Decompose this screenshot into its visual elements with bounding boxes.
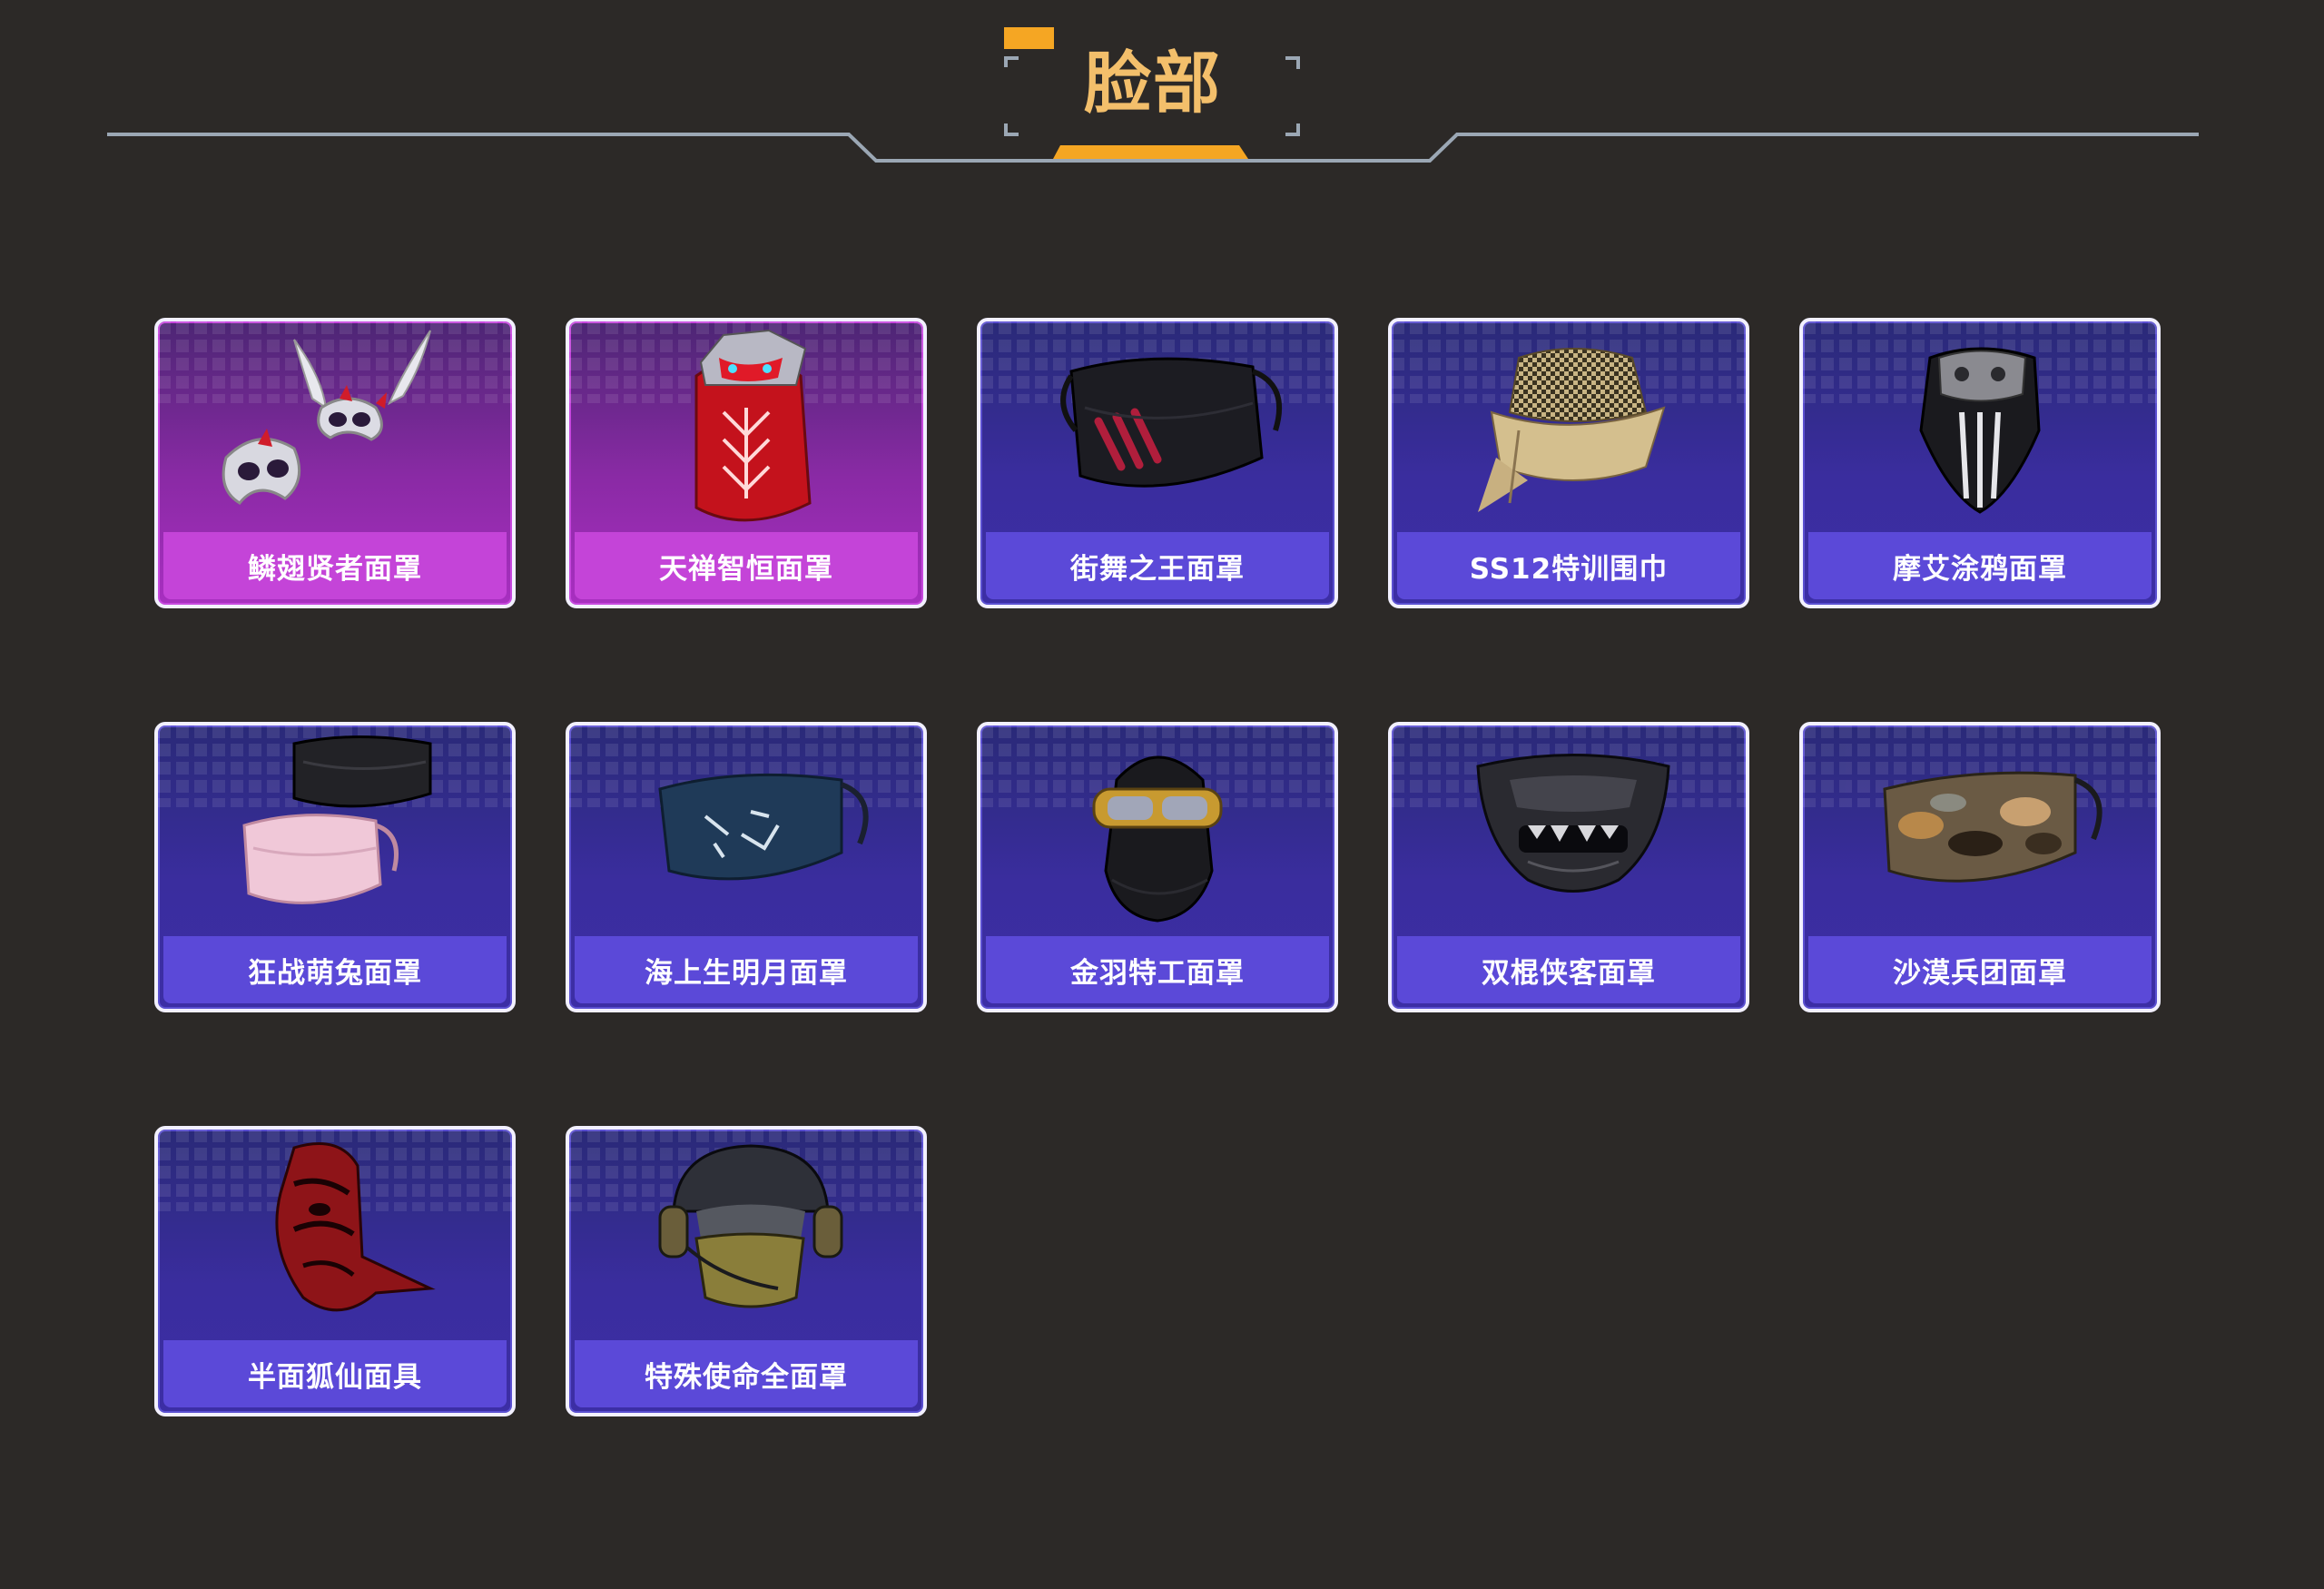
item-name: 特殊使命全面罩 xyxy=(645,1360,848,1394)
item-name: 街舞之王面罩 xyxy=(1070,552,1245,586)
item-label-bar: 海上生明月面罩 xyxy=(575,936,918,1003)
item-name: SS12特训围巾 xyxy=(1469,552,1669,586)
silver-winged-mask-icon xyxy=(222,330,431,505)
oni-half-mask-icon xyxy=(1476,754,1670,893)
black-and-pink-masks-icon xyxy=(242,735,432,904)
tactical-helmet-mask-icon xyxy=(658,1144,843,1308)
item-card[interactable]: 半面狐仙面具 xyxy=(154,1126,516,1416)
item-name: 金羽特工面罩 xyxy=(1070,956,1245,990)
item-label-bar: 半面狐仙面具 xyxy=(163,1340,507,1407)
header-accent-underline xyxy=(1053,145,1248,159)
striped-bandana-icon xyxy=(1919,347,2041,514)
item-name: 狂战萌兔面罩 xyxy=(248,956,422,990)
item-card[interactable]: 特殊使命全面罩 xyxy=(566,1126,927,1416)
item-name: 双棍侠客面罩 xyxy=(1482,956,1656,990)
navy-floral-mask-icon xyxy=(658,773,869,881)
header-accent-tab xyxy=(1004,27,1054,49)
item-name: 沙漠兵团面罩 xyxy=(1893,956,2067,990)
page-title: 脸部 xyxy=(1084,44,1222,123)
balaclava-goggles-icon xyxy=(1092,755,1223,923)
item-label-bar: 狂战萌兔面罩 xyxy=(163,936,507,1003)
item-card[interactable]: 狂战萌兔面罩 xyxy=(154,722,516,1012)
item-label-bar: 街舞之王面罩 xyxy=(986,532,1329,599)
item-name: 摩艾涂鸦面罩 xyxy=(1893,552,2067,586)
item-card[interactable]: 摩艾涂鸦面罩 xyxy=(1799,318,2161,608)
item-label-bar: 沙漠兵团面罩 xyxy=(1808,936,2152,1003)
red-fox-mask-icon xyxy=(275,1142,436,1312)
item-card[interactable]: 双棍侠客面罩 xyxy=(1388,722,1749,1012)
item-label-bar: 特殊使命全面罩 xyxy=(575,1340,918,1407)
item-name: 天禅智恒面罩 xyxy=(659,552,833,586)
item-label-bar: 双棍侠客面罩 xyxy=(1397,936,1740,1003)
item-card[interactable]: 街舞之王面罩 xyxy=(977,318,1338,608)
item-card[interactable]: 金羽特工面罩 xyxy=(977,722,1338,1012)
item-card[interactable]: 海上生明月面罩 xyxy=(566,722,927,1012)
item-card[interactable]: 沙漠兵团面罩 xyxy=(1799,722,2161,1012)
checkered-scarf-icon xyxy=(1478,348,1666,512)
item-label-bar: 鳞翅贤者面罩 xyxy=(163,532,507,599)
item-label-bar: 天禅智恒面罩 xyxy=(575,532,918,599)
item-name: 鳞翅贤者面罩 xyxy=(248,552,422,586)
camo-mask-icon xyxy=(1883,771,2102,883)
item-label-bar: SS12特训围巾 xyxy=(1397,532,1740,599)
item-label-bar: 摩艾涂鸦面罩 xyxy=(1808,532,2152,599)
item-grid: 鳞翅贤者面罩 天禅智恒面罩 街舞之王面罩 SS12特训围巾 摩艾涂鸦面罩 狂战萌… xyxy=(154,318,2179,1416)
item-card[interactable]: 鳞翅贤者面罩 xyxy=(154,318,516,608)
black-claw-mask-icon xyxy=(1060,357,1283,488)
item-card[interactable]: 天禅智恒面罩 xyxy=(566,318,927,608)
item-card[interactable]: SS12特训围巾 xyxy=(1388,318,1749,608)
red-dragon-mask-icon xyxy=(694,329,812,522)
item-name: 半面狐仙面具 xyxy=(248,1360,422,1394)
item-label-bar: 金羽特工面罩 xyxy=(986,936,1329,1003)
item-name: 海上生明月面罩 xyxy=(645,956,848,990)
